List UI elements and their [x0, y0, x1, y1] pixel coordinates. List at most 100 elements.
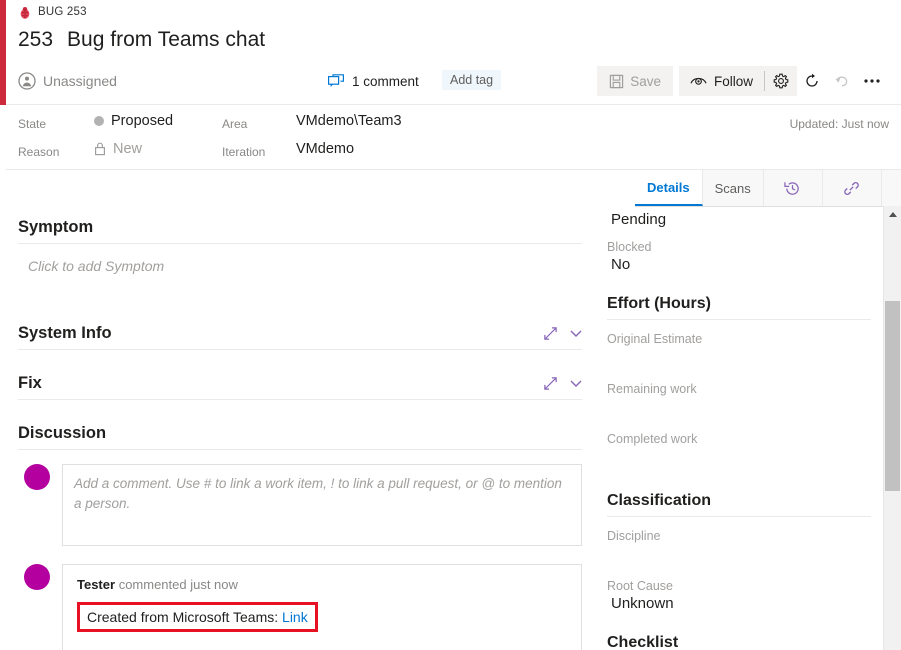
right-pane-tabs: Details Scans	[635, 170, 901, 207]
iteration-value-label: VMdemo	[296, 141, 354, 157]
reason-label: Reason	[18, 145, 59, 159]
history-icon	[784, 180, 801, 197]
work-item-page: BUG 253 253 Bug from Teams chat Unassign…	[0, 0, 901, 650]
iteration-value[interactable]: VMdemo	[296, 141, 354, 157]
refresh-button[interactable]	[797, 66, 827, 96]
work-item-left-pane: Symptom Click to add Symptom System Info	[6, 170, 594, 650]
more-options-button[interactable]	[857, 66, 887, 96]
reason-value-label: New	[113, 141, 142, 157]
reason-value: New	[94, 141, 142, 157]
work-item-id: 253	[18, 28, 53, 52]
system-info-title: System Info	[18, 324, 112, 343]
comment-author[interactable]: Tester	[77, 577, 115, 592]
work-item-subheader: Unassigned 1 comment Add tag	[18, 66, 893, 96]
assigned-to-label: Unassigned	[43, 73, 117, 89]
work-item-header: BUG 253 253 Bug from Teams chat Unassign…	[6, 0, 901, 105]
page-title: 253 Bug from Teams chat	[18, 28, 265, 52]
scroll-thumb[interactable]	[885, 301, 900, 491]
undo-button[interactable]	[827, 66, 857, 96]
right-pane-scrollbar[interactable]	[883, 206, 901, 650]
link-icon	[843, 180, 860, 197]
discussion-title: Discussion	[18, 424, 106, 443]
effort-group-title: Effort (Hours)	[607, 295, 871, 320]
eye-icon	[690, 75, 707, 87]
symptom-section-header: Symptom	[18, 218, 582, 244]
fix-section-header[interactable]: Fix	[18, 374, 582, 400]
discussion-section: Discussion	[18, 424, 582, 450]
discussion-section-header: Discussion	[18, 424, 582, 450]
root-cause-label: Root Cause	[607, 579, 871, 593]
system-info-section-header[interactable]: System Info	[18, 324, 582, 350]
fix-actions	[543, 376, 582, 391]
blocked-value[interactable]: No	[607, 256, 871, 273]
comment-card: Tester commented just now Created from M…	[62, 564, 582, 650]
completed-work-value[interactable]	[607, 448, 871, 470]
comment-row: Tester commented just now Created from M…	[24, 564, 582, 650]
comment-count-label: 1 comment	[352, 74, 419, 89]
work-item-toolbar: Save Follow	[597, 66, 887, 96]
add-comment-row: Add a comment. Use # to link a work item…	[24, 464, 582, 546]
save-icon	[609, 74, 624, 89]
classification-group-title: Classification	[607, 492, 871, 517]
tab-history[interactable]	[764, 170, 823, 206]
state-value[interactable]: Proposed	[94, 113, 173, 129]
breadcrumb[interactable]: BUG 253	[18, 5, 87, 19]
system-info-section: System Info	[18, 324, 582, 350]
scroll-up-arrow-icon[interactable]	[884, 206, 901, 222]
symptom-section: Symptom Click to add Symptom	[18, 218, 582, 274]
completed-work-label: Completed work	[607, 432, 871, 446]
save-label: Save	[630, 74, 661, 89]
state-value-label: Proposed	[111, 113, 173, 129]
right-pane-body: Pending Blocked No Effort (Hours) Origin…	[595, 206, 883, 650]
bug-icon	[18, 6, 32, 20]
avatar	[24, 564, 50, 590]
settings-button[interactable]	[765, 66, 797, 96]
fix-section: Fix	[18, 374, 582, 400]
save-button[interactable]: Save	[597, 66, 673, 96]
add-tag-button[interactable]: Add tag	[442, 70, 501, 90]
tab-links[interactable]	[823, 170, 882, 206]
pending-value[interactable]: Pending	[607, 206, 871, 228]
tab-scans[interactable]: Scans	[703, 170, 764, 206]
checklist-group-title: Checklist	[607, 634, 871, 650]
system-info-actions	[543, 326, 582, 341]
root-cause-value[interactable]: Unknown	[607, 595, 871, 612]
blocked-label: Blocked	[607, 240, 871, 254]
gear-icon	[773, 73, 789, 89]
discipline-label: Discipline	[607, 529, 871, 543]
comment-input[interactable]: Add a comment. Use # to link a work item…	[62, 464, 582, 546]
original-estimate-value[interactable]	[607, 348, 871, 370]
comment-header: Tester commented just now	[77, 577, 567, 592]
symptom-input[interactable]: Click to add Symptom	[18, 244, 582, 274]
work-item-title[interactable]: Bug from Teams chat	[67, 28, 265, 52]
comment-count-button[interactable]: 1 comment	[328, 66, 419, 96]
discipline-value[interactable]	[607, 545, 871, 567]
assigned-to-field[interactable]: Unassigned	[18, 72, 117, 90]
comment-body-text: Created from Microsoft Teams:	[87, 609, 278, 625]
expand-icon[interactable]	[543, 376, 558, 391]
remaining-work-value[interactable]	[607, 398, 871, 420]
state-label: State	[18, 117, 46, 131]
area-value-label: VMdemo\Team3	[296, 113, 402, 129]
teams-link[interactable]: Link	[282, 609, 308, 625]
tab-attachments[interactable]	[882, 170, 901, 206]
chevron-down-icon[interactable]	[570, 329, 582, 338]
refresh-icon	[804, 73, 820, 89]
ellipsis-icon	[863, 78, 881, 84]
tab-details[interactable]: Details	[635, 170, 703, 206]
follow-label: Follow	[714, 74, 753, 89]
comment-body-highlight: Created from Microsoft Teams: Link	[77, 602, 318, 632]
follow-group: Follow	[679, 66, 797, 96]
comment-timestamp: commented just now	[119, 577, 238, 592]
symptom-title: Symptom	[18, 218, 93, 237]
chevron-down-icon[interactable]	[570, 379, 582, 388]
undo-icon	[834, 73, 850, 89]
expand-icon[interactable]	[543, 326, 558, 341]
person-icon	[18, 72, 36, 90]
comment-icon	[328, 74, 344, 88]
work-item-right-pane: Details Scans	[595, 170, 901, 650]
state-dot-icon	[94, 116, 104, 126]
follow-button[interactable]: Follow	[679, 66, 764, 96]
area-value[interactable]: VMdemo\Team3	[296, 113, 402, 129]
iteration-label: Iteration	[222, 145, 265, 159]
